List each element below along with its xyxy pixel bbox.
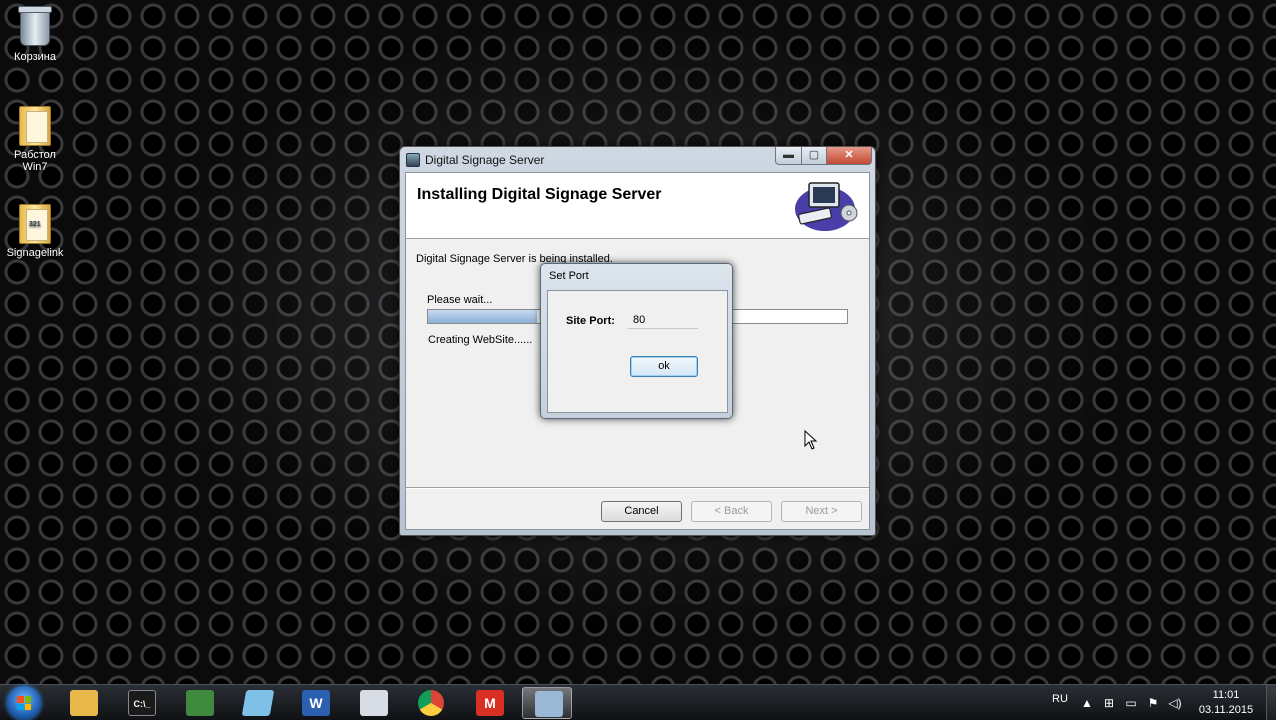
- chrome-icon: [418, 690, 444, 716]
- taskbar: C:\_ W M RU ▲ ⊞ ▭ ⚑ ◁) 11:01 03.11.2015: [0, 684, 1276, 720]
- desktop-icon-label: Signagelink: [6, 247, 64, 259]
- gmail-icon: M: [476, 690, 504, 716]
- dialog-title: Set Port: [549, 270, 589, 282]
- volume-icon[interactable]: ◁): [1168, 696, 1182, 710]
- taskbar-app-chrome[interactable]: [406, 687, 456, 719]
- progress-detail-text: Creating WebSite......: [428, 334, 533, 346]
- installer-app-icon: [406, 153, 420, 167]
- desktop-icon-signagelink[interactable]: Signagelink: [0, 202, 70, 259]
- maximize-button[interactable]: ▢: [801, 147, 827, 165]
- taskbar-app-installer[interactable]: [522, 687, 572, 719]
- window-title: Digital Signage Server: [425, 153, 545, 167]
- monitor-icon: [186, 690, 214, 716]
- desktop-icon-label: Корзина: [14, 51, 56, 63]
- taskbar-app-notepad[interactable]: [232, 687, 282, 719]
- folder-icon: [16, 104, 54, 146]
- folder-shortcut-icon: [16, 202, 54, 244]
- back-button[interactable]: < Back: [691, 501, 772, 522]
- set-port-dialog[interactable]: Set Port Site Port: ok: [540, 263, 733, 419]
- language-indicator[interactable]: RU: [1052, 693, 1068, 720]
- taskbar-app-gmail[interactable]: M: [464, 687, 514, 719]
- site-port-input[interactable]: [628, 311, 698, 329]
- close-button[interactable]: ✕: [826, 147, 872, 165]
- minimize-button[interactable]: ▬: [775, 147, 802, 165]
- banner-title: Installing Digital Signage Server: [417, 186, 662, 203]
- site-port-label: Site Port:: [566, 315, 615, 327]
- taskbar-app-cmd[interactable]: C:\_: [116, 687, 166, 719]
- dialog-client: Site Port: ok: [547, 290, 728, 413]
- windows-logo-icon: [17, 696, 31, 710]
- computer-setup-icon: [795, 182, 858, 231]
- cancel-button[interactable]: Cancel: [601, 501, 682, 522]
- taskbar-app-calendar[interactable]: [348, 687, 398, 719]
- title-bar[interactable]: Digital Signage Server ▬ ▢ ✕: [400, 147, 875, 171]
- windows-flag-icon[interactable]: ⊞: [1102, 696, 1116, 710]
- ok-button[interactable]: ok: [630, 356, 698, 377]
- clock-time: 11:01: [1212, 689, 1240, 701]
- taskbar-app-word[interactable]: W: [290, 687, 340, 719]
- word-icon: W: [302, 690, 330, 716]
- divider: [406, 487, 869, 489]
- please-wait-text: Please wait...: [427, 294, 493, 306]
- progress-fill: [428, 310, 537, 323]
- mouse-cursor-icon: [804, 430, 818, 450]
- taskbar-app-explorer[interactable]: [58, 687, 108, 719]
- desktop-icon-folder[interactable]: Рабстол Win7: [0, 104, 70, 173]
- banner: Installing Digital Signage Server: [406, 173, 869, 239]
- recycle-bin-icon: [16, 6, 54, 48]
- show-hidden-icons-icon[interactable]: ▲: [1080, 696, 1094, 710]
- clock-date: 03.11.2015: [1198, 704, 1254, 716]
- show-desktop-button[interactable]: [1266, 685, 1276, 720]
- action-center-flag-icon[interactable]: ⚑: [1146, 696, 1160, 710]
- terminal-icon: C:\_: [128, 690, 156, 716]
- folder-icon: [70, 690, 98, 716]
- start-button[interactable]: [7, 686, 41, 720]
- installer-icon: [535, 691, 563, 717]
- desktop-icon-recycle-bin[interactable]: Корзина: [0, 6, 70, 63]
- next-button[interactable]: Next >: [781, 501, 862, 522]
- clock[interactable]: 11:01 03.11.2015: [1196, 688, 1256, 718]
- network-icon[interactable]: ▭: [1124, 696, 1138, 710]
- taskbar-app-task-manager[interactable]: [174, 687, 224, 719]
- desktop-icon-label: Рабстол Win7: [14, 149, 56, 173]
- calendar-icon: [360, 690, 388, 716]
- notepad-icon: [241, 690, 275, 716]
